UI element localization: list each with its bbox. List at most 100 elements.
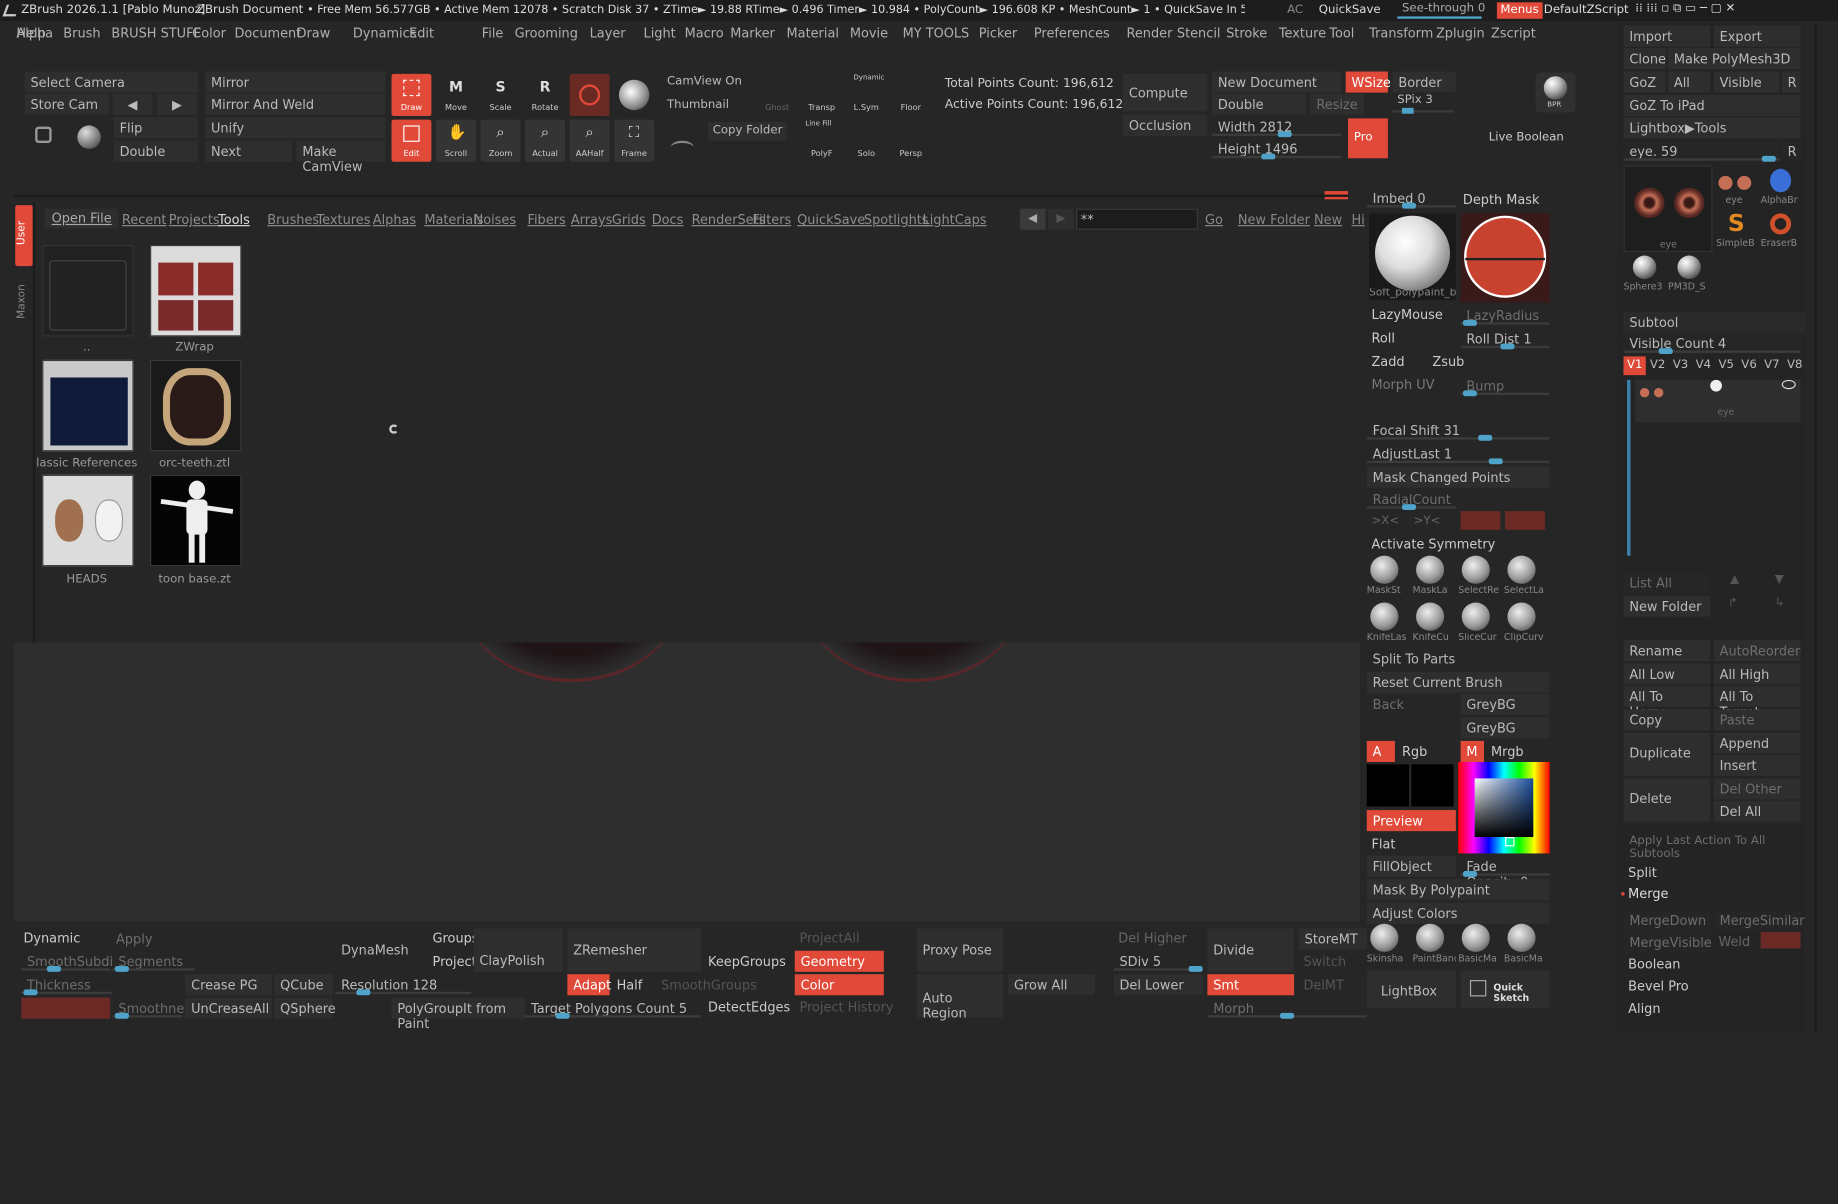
export-button[interactable]: Export: [1713, 25, 1801, 47]
roll-dist-slider[interactable]: Roll Dist 1: [1460, 328, 1550, 350]
brush-button-1[interactable]: MaskLa: [1413, 555, 1456, 598]
crease-pg-button[interactable]: Crease PG: [185, 974, 272, 996]
menu-texture[interactable]: Texture: [1279, 27, 1326, 40]
clone-button[interactable]: Clone: [1623, 48, 1666, 70]
menu-grooming[interactable]: Grooming: [515, 27, 578, 40]
dynamic-button[interactable]: Dynamic: [23, 932, 80, 945]
subtool-tab-v6[interactable]: V6: [1738, 356, 1761, 375]
projectall-button[interactable]: ProjectAll: [799, 932, 859, 945]
tab-projects[interactable]: Projects: [169, 213, 220, 226]
delmt-button[interactable]: DelMT: [1303, 979, 1343, 992]
move-up-icon[interactable]: ▲: [1730, 574, 1739, 586]
visible-count-slider[interactable]: Visible Count 4: [1623, 332, 1801, 355]
lazymouse-button[interactable]: LazyMouse: [1371, 308, 1442, 321]
spix-track[interactable]: [1392, 107, 1454, 114]
menu-picker[interactable]: Picker: [979, 27, 1017, 40]
move-tool-button[interactable]: M Move: [436, 73, 476, 117]
del-higher-button[interactable]: Del Higher: [1118, 932, 1186, 945]
make-polymesh3d-button[interactable]: Make PolyMesh3D: [1668, 48, 1801, 70]
activate-symmetry-button[interactable]: Activate Symmetry: [1371, 538, 1495, 551]
new-document-button[interactable]: New Document: [1212, 71, 1341, 93]
copy-button[interactable]: Copy: [1623, 709, 1711, 731]
smoothness-slider[interactable]: Smoothness: [112, 997, 198, 1019]
default-script[interactable]: DefaultZScript: [1544, 4, 1629, 17]
greybg-button-1[interactable]: GreyBG: [1460, 694, 1550, 716]
tab-tools[interactable]: Tools: [218, 213, 250, 226]
detectedges-button[interactable]: DetectEdges: [708, 1001, 790, 1014]
hi-link[interactable]: Hi: [1352, 213, 1365, 226]
subtool-tab-v5[interactable]: V5: [1715, 356, 1738, 375]
select-camera-button[interactable]: Select Camera: [24, 71, 199, 93]
paste-button[interactable]: Paste: [1713, 709, 1801, 731]
menu-stroke[interactable]: Stroke: [1226, 27, 1267, 40]
viewport-canvas[interactable]: [14, 642, 1360, 922]
autoreorder-button[interactable]: AutoReorder: [1713, 640, 1801, 662]
persp-button[interactable]: Persp: [890, 119, 931, 162]
r-button[interactable]: R: [1781, 71, 1801, 93]
z-symmetry-button[interactable]: [1460, 511, 1501, 530]
subtool-tab-v2[interactable]: V2: [1646, 356, 1669, 375]
new-folder-link[interactable]: New Folder: [1238, 213, 1310, 226]
mrgb-button[interactable]: Mrgb: [1491, 746, 1524, 759]
menu-draw[interactable]: Draw: [297, 27, 331, 40]
auto-region-button[interactable]: Auto Region: [916, 974, 1004, 1021]
r-symmetry-button[interactable]: [1505, 511, 1545, 530]
menu-edit[interactable]: Edit: [409, 27, 434, 40]
delete-button[interactable]: Delete: [1623, 778, 1711, 822]
move-down-icon[interactable]: ▼: [1775, 574, 1784, 586]
material-sphere-icon[interactable]: [618, 79, 650, 111]
color-picker-square[interactable]: [1474, 778, 1534, 838]
dynamesh-button[interactable]: DynaMesh: [335, 928, 425, 972]
menu-help[interactable]: Help: [16, 27, 45, 40]
zoom-tool-button[interactable]: ⌕ Zoom: [480, 119, 521, 162]
material-button-0[interactable]: Skinsha: [1367, 923, 1410, 966]
make-camview-button[interactable]: Make CamView: [296, 140, 386, 175]
menu-render[interactable]: Render: [1126, 27, 1172, 40]
back-arrow-icon[interactable]: ◀: [1019, 208, 1046, 230]
main-color-swatch[interactable]: [1366, 764, 1409, 807]
menu-dynamics[interactable]: Dynamics: [353, 27, 417, 40]
lock-camera-icon[interactable]: [35, 126, 52, 144]
menu-movie[interactable]: Movie: [850, 27, 888, 40]
all-to-home-button[interactable]: All To Home: [1623, 685, 1711, 720]
fade-opacity-slider[interactable]: Fade Opacity 0: [1460, 855, 1550, 890]
zadd-button[interactable]: Zadd: [1371, 355, 1404, 368]
draw-tool-button[interactable]: Draw: [391, 73, 432, 117]
groups-button[interactable]: Groups: [433, 932, 479, 945]
tool-thumb-sphere3d[interactable]: Sphere3: [1623, 255, 1665, 296]
mergesimilar-button[interactable]: MergeSimilar: [1713, 909, 1805, 931]
menu-my-tools[interactable]: MY TOOLS: [903, 27, 970, 40]
zwrap-folder[interactable]: [150, 245, 242, 337]
split-section[interactable]: Split: [1628, 866, 1657, 879]
menu-transform[interactable]: Transform: [1369, 27, 1433, 40]
bump-slider[interactable]: Bump: [1460, 375, 1550, 397]
thickness-slider[interactable]: Thickness: [21, 974, 113, 996]
del-lower-button[interactable]: Del Lower: [1113, 974, 1203, 996]
sdiv-slider[interactable]: SDiv 5: [1113, 950, 1203, 972]
uncreaseall-button[interactable]: UnCreaseAll: [185, 997, 272, 1019]
quicksave-button[interactable]: QuickSave: [1319, 4, 1381, 17]
current-tool-slider[interactable]: eye. 59: [1623, 140, 1780, 162]
smoothsubdiv-slider[interactable]: SmoothSubdiv: [21, 950, 121, 972]
menu-brush[interactable]: Brush: [63, 27, 100, 40]
window-controls[interactable]: ⁞⁞ ⁞⁞⁞ ▫ ⧉ ▭ ─ ▢ ✕: [1635, 3, 1735, 16]
duplicate-button[interactable]: Duplicate: [1623, 732, 1711, 777]
record-button[interactable]: [569, 73, 610, 117]
pro-button[interactable]: Pro: [1348, 118, 1388, 159]
tool-thumb-pm3d[interactable]: PM3D_S: [1668, 255, 1710, 296]
greybg-button-2[interactable]: GreyBG: [1460, 717, 1550, 739]
tab-noises[interactable]: Noises: [474, 213, 516, 226]
camera-sphere-icon[interactable]: [77, 125, 101, 149]
split-to-parts-button[interactable]: Split To Parts: [1366, 648, 1550, 670]
brush-button-1[interactable]: KnifeCu: [1413, 602, 1456, 645]
wsize-button[interactable]: WSize: [1345, 71, 1391, 93]
edit-tool-button[interactable]: Edit: [391, 119, 432, 162]
preview-button[interactable]: Preview: [1366, 810, 1456, 832]
weld-toggle[interactable]: [1760, 931, 1801, 949]
camview-on-button[interactable]: CamView On: [667, 76, 742, 88]
tab-recent[interactable]: Recent: [122, 213, 167, 226]
insert-button[interactable]: Insert: [1713, 754, 1801, 777]
subtool-tab-v1[interactable]: V1: [1623, 356, 1647, 376]
menu-tool[interactable]: Tool: [1329, 27, 1354, 40]
material-button-2[interactable]: BasicMa: [1458, 923, 1501, 966]
